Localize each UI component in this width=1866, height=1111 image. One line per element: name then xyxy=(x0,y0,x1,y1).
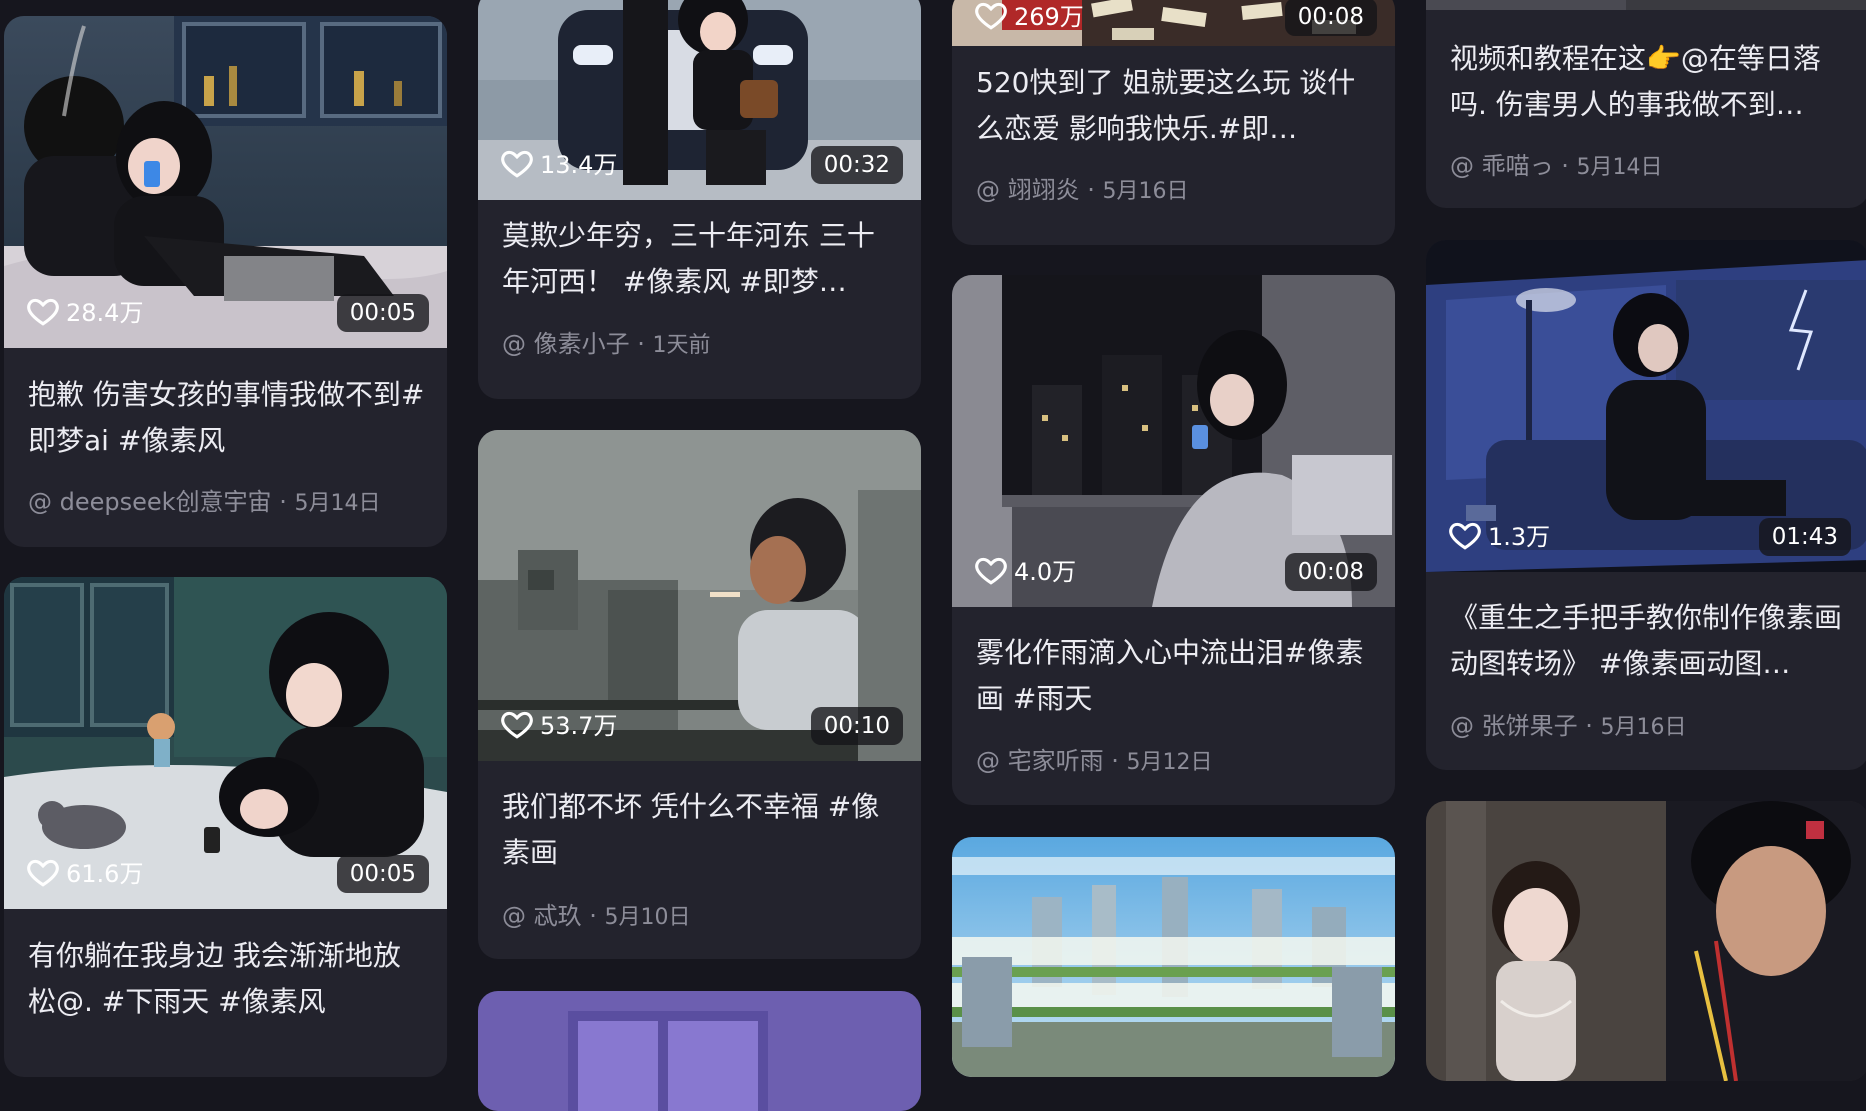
video-card[interactable]: 视频和教程在这👉@在等日落吗. 伤害男人的事我做不到… @ 乖喵っ · 5月14… xyxy=(1426,0,1866,208)
heart-icon xyxy=(27,298,59,326)
video-card[interactable]: 1.3万 01:43 《重生之手把手教你制作像素画动图转场》 #像素画动图… @… xyxy=(1426,240,1866,770)
heart-icon xyxy=(1449,522,1481,550)
video-meta: @ 张饼果子 · 5月16日 xyxy=(1450,712,1687,740)
video-card[interactable]: 13.4万 00:32 莫欺少年穷，三十年河东 三十年河西！ #像素风 #即梦…… xyxy=(478,0,921,399)
video-title[interactable]: 抱歉 伤害女孩的事情我做不到#即梦ai #像素风 xyxy=(28,372,425,464)
thumbnail-illustration xyxy=(1426,801,1866,1081)
video-thumbnail[interactable] xyxy=(478,991,921,1111)
video-title[interactable]: 莫欺少年穷，三十年河东 三十年河西！ #像素风 #即梦… xyxy=(502,213,899,305)
video-thumbnail[interactable]: 1.3万 01:43 xyxy=(1426,240,1866,572)
video-duration: 01:43 xyxy=(1758,518,1851,556)
video-title[interactable]: 520快到了 姐就要这么玩 谈什么恋爱 影响我快乐.#即… xyxy=(976,60,1373,152)
video-thumbnail[interactable] xyxy=(952,837,1395,1077)
like-count-text: 61.6万 xyxy=(66,860,144,888)
like-count[interactable]: 13.4万 xyxy=(500,145,617,180)
heart-icon xyxy=(501,150,533,178)
like-count-text: 13.4万 xyxy=(540,151,618,179)
like-count[interactable]: 4.0万 xyxy=(974,552,1076,587)
like-count[interactable]: 28.4万 xyxy=(26,293,143,328)
author-name[interactable]: @ 翊翊炎 xyxy=(976,176,1080,204)
video-duration: 00:05 xyxy=(336,855,429,893)
video-card[interactable] xyxy=(1426,801,1866,1081)
video-thumbnail[interactable]: 4.0万 00:08 xyxy=(952,275,1395,607)
like-count-text: 53.7万 xyxy=(540,712,618,740)
like-count-text: 269万 xyxy=(1014,3,1084,31)
like-count[interactable]: 53.7万 xyxy=(500,706,617,741)
like-count-text: 1.3万 xyxy=(1488,523,1551,551)
video-duration: 00:08 xyxy=(1284,0,1377,36)
thumbnail-illustration xyxy=(1426,0,1866,10)
post-date: 1天前 xyxy=(652,333,711,358)
video-meta: @ deepseek创意宇宙 · 5月14日 xyxy=(28,488,381,516)
video-title[interactable]: 《重生之手把手教你制作像素画动图转场》 #像素画动图… xyxy=(1450,595,1847,687)
author-name[interactable]: @ 张饼果子 xyxy=(1450,712,1578,740)
author-name[interactable]: @ 像素小子 xyxy=(502,330,630,358)
author-name[interactable]: @ 乖喵っ xyxy=(1450,152,1554,180)
video-thumbnail[interactable]: 61.6万 00:05 xyxy=(4,577,447,909)
heart-icon xyxy=(975,2,1007,30)
like-count[interactable]: 1.3万 xyxy=(1448,517,1550,552)
author-name[interactable]: @ deepseek创意宇宙 xyxy=(28,488,272,516)
like-count[interactable]: 61.6万 xyxy=(26,854,143,889)
video-thumbnail[interactable]: 269万 00:08 xyxy=(952,0,1395,46)
video-thumbnail[interactable] xyxy=(1426,0,1866,10)
video-meta: @ 像素小子 · 1天前 xyxy=(502,330,711,358)
thumbnail-illustration xyxy=(478,991,921,1111)
author-name[interactable]: @ 忒玖 xyxy=(502,902,582,930)
like-count-text: 28.4万 xyxy=(66,299,144,327)
video-thumbnail[interactable]: 13.4万 00:32 xyxy=(478,0,921,200)
video-title[interactable]: 雾化作雨滴入心中流出泪#像素画 #雨天 xyxy=(976,630,1373,722)
video-title[interactable]: 视频和教程在这👉@在等日落吗. 伤害男人的事我做不到… xyxy=(1450,36,1847,128)
author-name[interactable]: @ 宅家听雨 xyxy=(976,747,1104,775)
video-card[interactable]: 28.4万 00:05 抱歉 伤害女孩的事情我做不到#即梦ai #像素风 @ d… xyxy=(4,16,447,547)
post-date: 5月14日 xyxy=(294,491,381,516)
video-duration: 00:10 xyxy=(810,707,903,745)
video-card[interactable]: 53.7万 00:10 我们都不坏 凭什么不幸福 #像素画 @ 忒玖 · 5月1… xyxy=(478,430,921,959)
video-title[interactable]: 有你躺在我身边 我会渐渐地放松@. #下雨天 #像素风 xyxy=(28,933,425,1025)
heart-icon xyxy=(27,859,59,887)
heart-icon xyxy=(975,557,1007,585)
video-duration: 00:05 xyxy=(336,294,429,332)
video-card[interactable]: 4.0万 00:08 雾化作雨滴入心中流出泪#像素画 #雨天 @ 宅家听雨 · … xyxy=(952,275,1395,805)
video-card[interactable] xyxy=(952,837,1395,1077)
video-card[interactable]: 61.6万 00:05 有你躺在我身边 我会渐渐地放松@. #下雨天 #像素风 xyxy=(4,577,447,1077)
post-date: 5月14日 xyxy=(1576,155,1663,180)
heart-icon xyxy=(501,711,533,739)
video-card[interactable] xyxy=(478,991,921,1111)
video-title[interactable]: 我们都不坏 凭什么不幸福 #像素画 xyxy=(502,784,899,876)
video-meta: @ 乖喵っ · 5月14日 xyxy=(1450,152,1663,180)
video-thumbnail[interactable]: 28.4万 00:05 xyxy=(4,16,447,348)
post-date: 5月12日 xyxy=(1126,750,1213,775)
post-date: 5月16日 xyxy=(1600,715,1687,740)
like-count[interactable]: 269万 xyxy=(974,0,1084,32)
video-thumbnail[interactable] xyxy=(1426,801,1866,1081)
video-duration: 00:08 xyxy=(1284,553,1377,591)
video-card[interactable]: 269万 00:08 520快到了 姐就要这么玩 谈什么恋爱 影响我快乐.#即…… xyxy=(952,0,1395,245)
video-meta: @ 翊翊炎 · 5月16日 xyxy=(976,176,1189,204)
video-duration: 00:32 xyxy=(810,146,903,184)
post-date: 5月10日 xyxy=(604,905,691,930)
video-thumbnail[interactable]: 53.7万 00:10 xyxy=(478,430,921,761)
video-meta: @ 宅家听雨 · 5月12日 xyxy=(976,747,1213,775)
like-count-text: 4.0万 xyxy=(1014,558,1077,586)
thumbnail-illustration xyxy=(952,837,1395,1077)
post-date: 5月16日 xyxy=(1102,179,1189,204)
video-meta: @ 忒玖 · 5月10日 xyxy=(502,902,691,930)
